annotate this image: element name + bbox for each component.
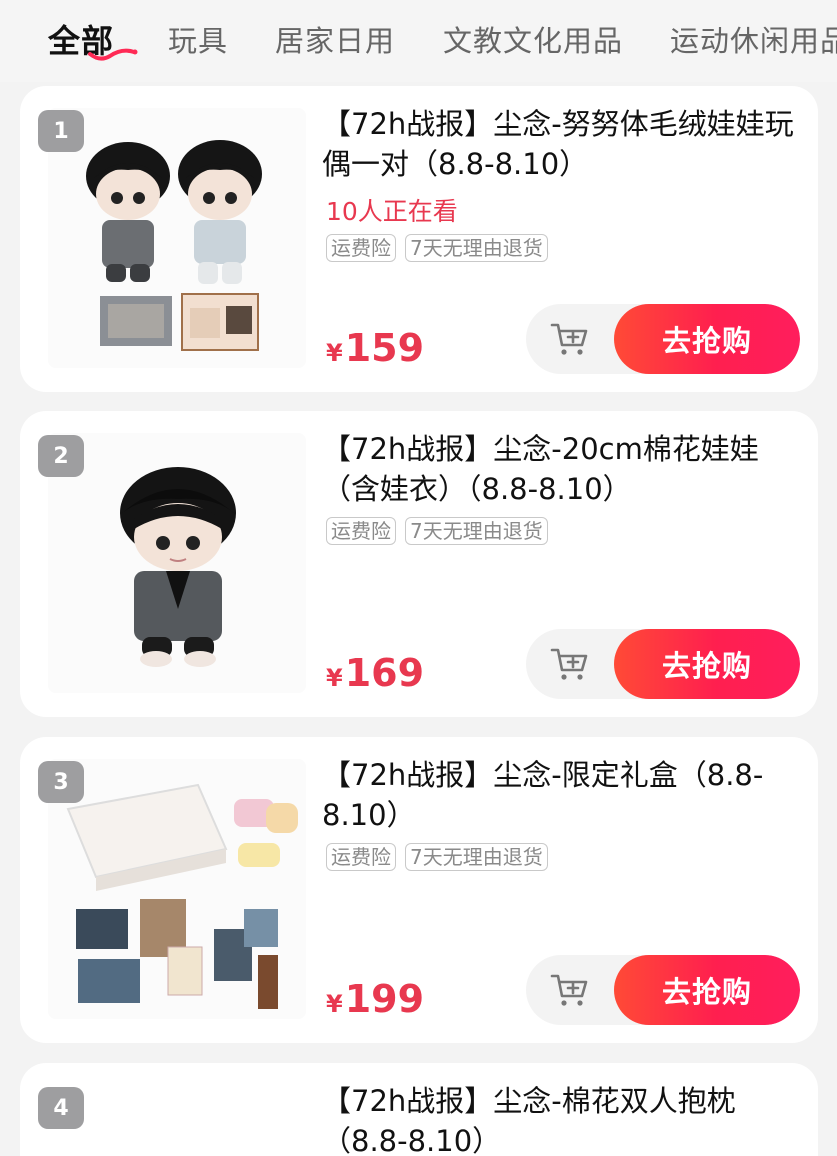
purchase-actions: 去抢购 — [526, 304, 800, 374]
product-card[interactable]: 1 【72h战报】尘念-努努体毛绒娃娃玩偶一对（8.8-8.10） 10人正在看… — [20, 86, 818, 392]
rank-badge: 1 — [38, 110, 84, 152]
rank-badge: 2 — [38, 435, 84, 477]
tab-sports-leisure[interactable]: 运动休闲用品 — [670, 18, 837, 60]
service-badges: 运费险 7天无理由退货 — [326, 517, 548, 545]
price: ¥169 — [326, 651, 424, 695]
add-to-cart-button[interactable] — [526, 955, 614, 1025]
plush-doll-image — [48, 433, 306, 693]
product-card[interactable]: 3 【72h战报】尘念-限定礼盒（8.8-8.10） 运费险 7天无理由退货 ¥… — [20, 737, 818, 1043]
price-value: 169 — [344, 651, 425, 695]
active-tab-indicator — [88, 48, 138, 61]
product-title[interactable]: 【72h战报】尘念-限定礼盒（8.8-8.10） — [322, 755, 802, 835]
shipping-insurance-badge: 运费险 — [326, 843, 396, 871]
tab-stationery[interactable]: 文教文化用品 — [443, 18, 623, 60]
product-card[interactable]: 4 【72h战报】尘念-棉花双人抱枕（8.8-8.10） — [20, 1063, 818, 1156]
add-to-cart-icon — [550, 648, 588, 680]
purchase-actions: 去抢购 — [526, 955, 800, 1025]
price: ¥159 — [326, 326, 424, 370]
currency-symbol: ¥ — [326, 990, 343, 1018]
add-to-cart-icon — [550, 974, 588, 1006]
product-title[interactable]: 【72h战报】尘念-棉花双人抱枕（8.8-8.10） — [322, 1081, 802, 1156]
purchase-actions: 去抢购 — [526, 629, 800, 699]
return-policy-badge: 7天无理由退货 — [405, 234, 548, 262]
currency-symbol: ¥ — [326, 339, 343, 367]
currency-symbol: ¥ — [326, 664, 343, 692]
price: ¥199 — [326, 977, 424, 1021]
buy-now-button[interactable]: 去抢购 — [614, 304, 800, 374]
add-to-cart-button[interactable] — [526, 629, 614, 699]
buy-now-button[interactable]: 去抢购 — [614, 629, 800, 699]
price-value: 159 — [344, 326, 425, 370]
rank-badge: 4 — [38, 1087, 84, 1129]
return-policy-badge: 7天无理由退货 — [405, 517, 548, 545]
shipping-insurance-badge: 运费险 — [326, 517, 396, 545]
category-tab-bar: 全部 玩具 居家日用 文教文化用品 运动休闲用品 — [0, 0, 837, 82]
product-image[interactable] — [48, 433, 306, 693]
service-badges: 运费险 7天无理由退货 — [326, 843, 548, 871]
viewer-count: 10人正在看 — [326, 197, 458, 226]
shipping-insurance-badge: 运费险 — [326, 234, 396, 262]
add-to-cart-icon — [550, 323, 588, 355]
return-policy-badge: 7天无理由退货 — [405, 843, 548, 871]
add-to-cart-button[interactable] — [526, 304, 614, 374]
product-title[interactable]: 【72h战报】尘念-努努体毛绒娃娃玩偶一对（8.8-8.10） — [322, 104, 802, 184]
price-value: 199 — [344, 977, 425, 1021]
product-image[interactable] — [48, 108, 306, 368]
product-card[interactable]: 2 【72h战报】尘念-20cm棉花娃娃（含娃衣）（8.8-8.10） 运费险 … — [20, 411, 818, 717]
tab-home-daily[interactable]: 居家日用 — [275, 18, 395, 60]
buy-now-button[interactable]: 去抢购 — [614, 955, 800, 1025]
product-image[interactable] — [48, 759, 306, 1019]
rank-badge: 3 — [38, 761, 84, 803]
plush-pair-image — [48, 108, 306, 368]
gift-box-image — [48, 759, 306, 1019]
tab-toys[interactable]: 玩具 — [168, 18, 228, 60]
service-badges: 运费险 7天无理由退货 — [326, 234, 548, 262]
product-title[interactable]: 【72h战报】尘念-20cm棉花娃娃（含娃衣）（8.8-8.10） — [322, 429, 802, 509]
